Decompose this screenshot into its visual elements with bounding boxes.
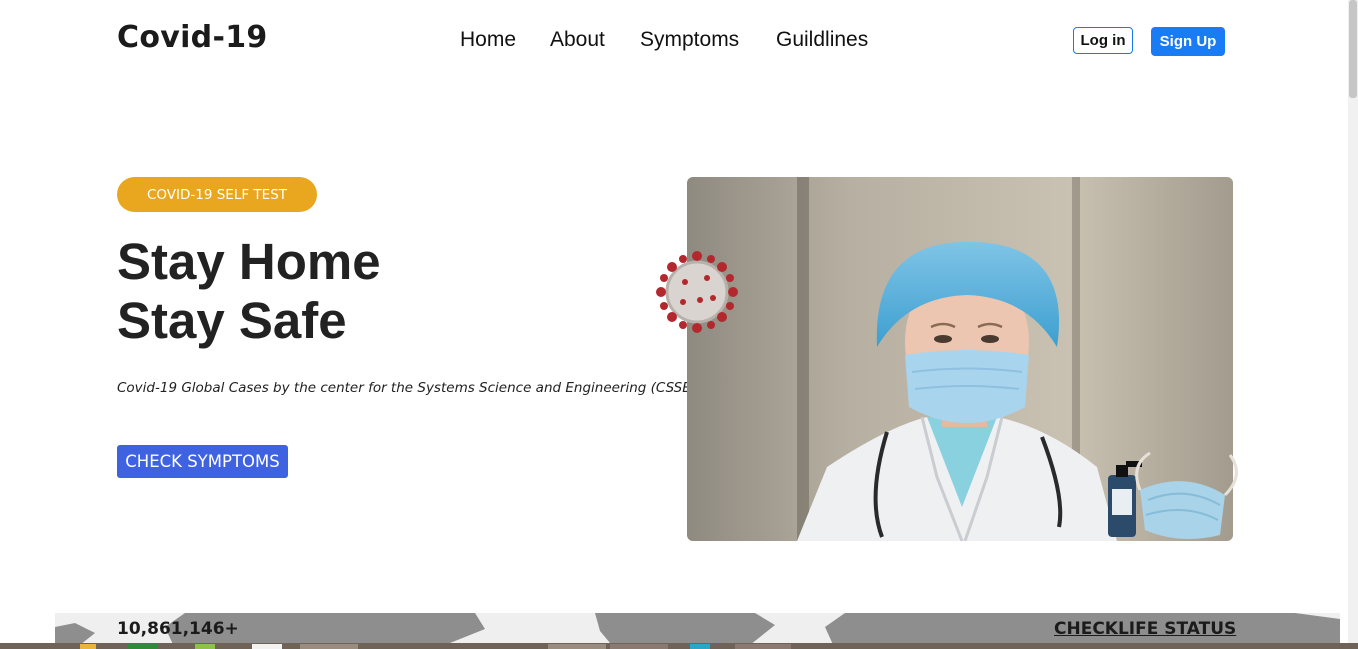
login-button[interactable]: Log in <box>1073 27 1133 54</box>
hero-title-line-1: Stay Home <box>117 233 381 290</box>
self-test-badge: COVID-19 SELF TEST <box>117 177 317 212</box>
signup-button[interactable]: Sign Up <box>1151 27 1225 56</box>
virus-icon <box>656 251 738 333</box>
hero-subtitle: Covid-19 Global Cases by the center for … <box>117 380 697 396</box>
taskbar-app-icon[interactable] <box>195 644 215 649</box>
scrollbar-thumb[interactable] <box>1349 0 1357 98</box>
taskbar-app-icon[interactable] <box>300 644 358 649</box>
hero-title-line-2: Stay Safe <box>117 292 347 349</box>
nav-symptoms[interactable]: Symptoms <box>640 28 739 52</box>
nav-home[interactable]: Home <box>460 28 516 52</box>
taskbar-app-icon[interactable] <box>690 644 710 649</box>
global-cases-count: 10,861,146+ <box>117 619 239 639</box>
taskbar <box>0 643 1358 649</box>
nav-guidelines[interactable]: Guildlines <box>776 28 868 52</box>
checklife-status-link[interactable]: CHECKLIFE STATUS <box>1054 619 1236 639</box>
taskbar-app-icon[interactable] <box>735 644 791 649</box>
brand-logo[interactable]: Covid-19 <box>117 20 268 55</box>
taskbar-app-icon[interactable] <box>128 644 158 649</box>
taskbar-app-icon[interactable] <box>548 644 606 649</box>
hero-title: Stay Home Stay Safe <box>117 232 381 350</box>
check-symptoms-button[interactable]: CHECK SYMPTOMS <box>117 445 288 478</box>
taskbar-app-icon[interactable] <box>80 644 96 649</box>
vertical-scrollbar[interactable] <box>1348 0 1358 643</box>
taskbar-app-icon[interactable] <box>252 644 282 649</box>
mask-sanitizer-icon <box>1108 451 1238 539</box>
taskbar-app-icon[interactable] <box>610 644 668 649</box>
nav-about[interactable]: About <box>550 28 605 52</box>
